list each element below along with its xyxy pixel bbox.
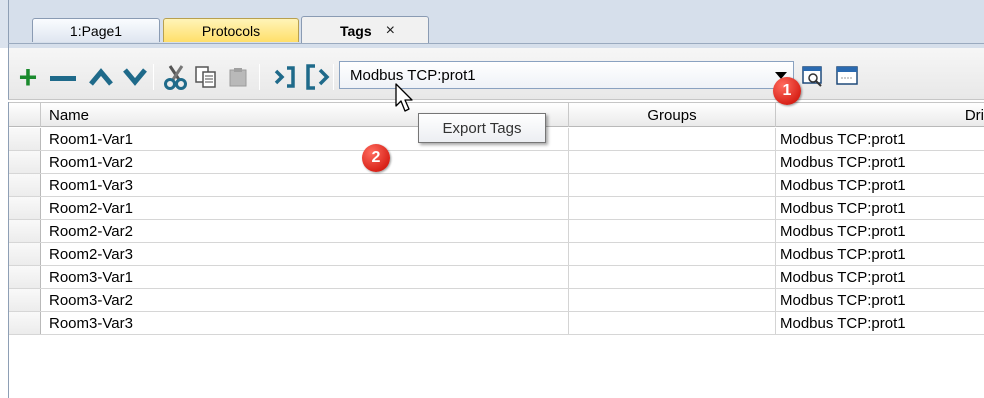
toolbar-separator [333, 64, 334, 90]
tags-table: Name Groups Dri Room1-Var1 Modbus TCP:pro… [8, 102, 984, 398]
paste-icon[interactable] [225, 63, 251, 91]
row-selector[interactable] [9, 197, 41, 219]
row-selector[interactable] [9, 243, 41, 265]
toolbar-separator [259, 64, 260, 90]
add-icon[interactable]: + [15, 61, 41, 93]
move-up-icon[interactable] [87, 63, 115, 91]
import-tags-icon[interactable] [271, 63, 299, 91]
table-row[interactable]: Room2-Var1 Modbus TCP:prot1 [9, 197, 984, 220]
move-down-icon[interactable] [121, 63, 149, 91]
cell-driver[interactable]: Modbus TCP:prot1 [776, 312, 984, 334]
table-row[interactable]: Room2-Var2 Modbus TCP:prot1 [9, 220, 984, 243]
tab-strip-divider [8, 43, 984, 44]
row-selector[interactable] [9, 266, 41, 288]
table-row[interactable]: Room1-Var3 Modbus TCP:prot1 [9, 174, 984, 197]
cell-driver[interactable]: Modbus TCP:prot1 [776, 243, 984, 265]
tab-page1-label: 1:Page1 [69, 22, 123, 39]
tab-tags-label: Tags [340, 22, 372, 39]
cell-name[interactable]: Room3-Var3 [41, 312, 569, 334]
cell-name[interactable]: Room2-Var1 [41, 197, 569, 219]
browse-icon[interactable] [799, 62, 827, 90]
remove-icon[interactable] [47, 66, 79, 90]
row-selector[interactable] [9, 312, 41, 334]
cell-name[interactable]: Room3-Var1 [41, 266, 569, 288]
column-header-driver[interactable]: Dri [776, 103, 984, 127]
export-tags-icon[interactable] [303, 61, 335, 93]
row-selector[interactable] [9, 289, 41, 311]
cell-groups[interactable] [569, 312, 776, 334]
cell-groups[interactable] [569, 289, 776, 311]
mouse-pointer-icon [395, 83, 413, 112]
row-selector[interactable] [9, 128, 41, 150]
step-badge-2: 2 [362, 144, 390, 172]
cell-name[interactable]: Room3-Var2 [41, 289, 569, 311]
table-row[interactable]: Room3-Var3 Modbus TCP:prot1 [9, 312, 984, 335]
cell-driver[interactable]: Modbus TCP:prot1 [776, 266, 984, 288]
cell-groups[interactable] [569, 220, 776, 242]
cell-name[interactable]: Room1-Var3 [41, 174, 569, 196]
cell-name[interactable]: Room2-Var2 [41, 220, 569, 242]
tab-protocols-label: Protocols [201, 22, 261, 39]
cell-driver[interactable]: Modbus TCP:prot1 [776, 151, 984, 173]
protocol-select-value: Modbus TCP:prot1 [350, 66, 476, 84]
cell-groups[interactable] [569, 128, 776, 150]
header-selector[interactable] [9, 103, 41, 127]
table-row[interactable]: Room2-Var3 Modbus TCP:prot1 [9, 243, 984, 266]
cell-groups[interactable] [569, 197, 776, 219]
tab-page1[interactable]: 1:Page1 [32, 18, 160, 42]
cell-driver[interactable]: Modbus TCP:prot1 [776, 128, 984, 150]
row-selector[interactable] [9, 220, 41, 242]
row-selector[interactable] [9, 151, 41, 173]
tab-tags[interactable]: Tags × [301, 16, 429, 44]
column-header-groups[interactable]: Groups [569, 103, 776, 127]
window-icon[interactable] [833, 62, 861, 90]
row-selector[interactable] [9, 174, 41, 196]
table-row[interactable]: Room1-Var2 Modbus TCP:prot1 [9, 151, 984, 174]
table-row[interactable]: Room3-Var2 Modbus TCP:prot1 [9, 289, 984, 312]
toolbar: + Modbus TCP:prot1 [8, 48, 984, 100]
cell-driver[interactable]: Modbus TCP:prot1 [776, 174, 984, 196]
cell-groups[interactable] [569, 266, 776, 288]
cell-name[interactable]: Room2-Var3 [41, 243, 569, 265]
cell-groups[interactable] [569, 243, 776, 265]
tab-strip: 1:Page1 Protocols Tags × [0, 0, 984, 48]
cell-name[interactable]: Room1-Var2 [41, 151, 569, 173]
step-badge-1: 1 [773, 77, 801, 105]
cell-driver[interactable]: Modbus TCP:prot1 [776, 197, 984, 219]
export-tags-tooltip: Export Tags [418, 113, 546, 143]
close-icon[interactable]: × [386, 22, 395, 40]
tab-protocols[interactable]: Protocols [163, 18, 299, 42]
copy-icon[interactable] [193, 63, 219, 91]
cell-groups[interactable] [569, 151, 776, 173]
cell-groups[interactable] [569, 174, 776, 196]
table-row[interactable]: Room3-Var1 Modbus TCP:prot1 [9, 266, 984, 289]
cell-driver[interactable]: Modbus TCP:prot1 [776, 220, 984, 242]
cut-icon[interactable] [161, 63, 189, 91]
toolbar-separator [153, 64, 154, 90]
cell-driver[interactable]: Modbus TCP:prot1 [776, 289, 984, 311]
